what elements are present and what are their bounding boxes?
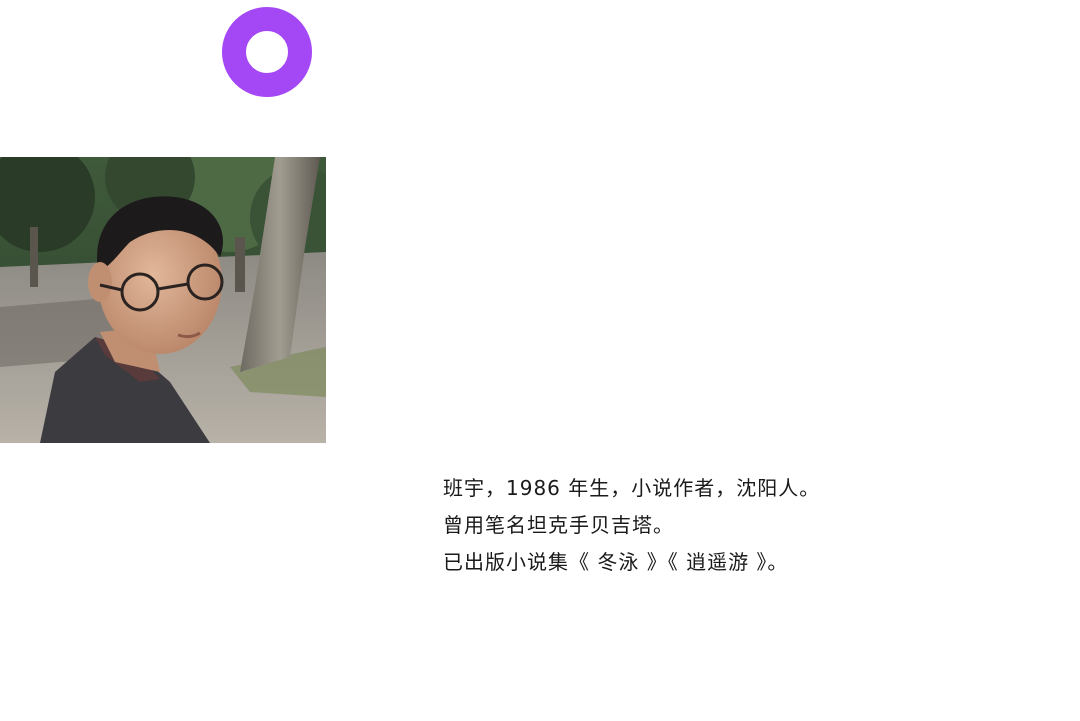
decorative-ring-icon xyxy=(222,7,312,97)
bio-line-publications: 已出版小说集《 冬泳 》《 逍遥游 》。 xyxy=(443,550,789,574)
author-bio: 班宇，1986 年生，小说作者，沈阳人。 曾用笔名坦克手贝吉塔。 已出版小说集《… xyxy=(443,470,1003,581)
bio-line-pen-name: 曾用笔名坦克手贝吉塔。 xyxy=(443,513,674,537)
author-photo xyxy=(0,157,326,443)
bio-line-intro: 班宇，1986 年生，小说作者，沈阳人。 xyxy=(443,476,821,500)
